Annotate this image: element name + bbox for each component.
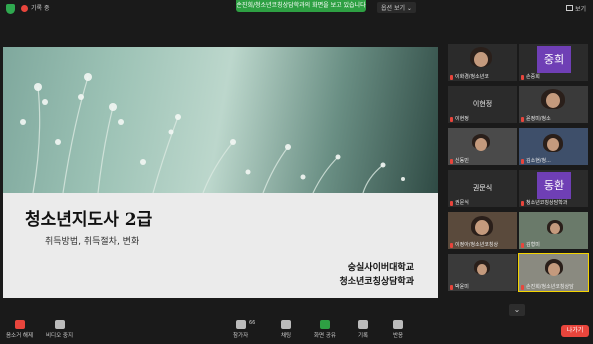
participant-name: 청소년코칭상담학과 [526, 200, 568, 206]
muted-mic-icon [450, 243, 453, 248]
participant-name: 박윤미 [455, 284, 469, 290]
participant-center-name: 권문식 [472, 184, 493, 192]
participant-tile[interactable]: 이화경/청소년코 [448, 44, 517, 81]
slide-university: 숭실사이버대학교 [347, 263, 414, 273]
stop-video-button[interactable]: 비디오 중지 [46, 320, 73, 339]
participants-label: 참가자 [233, 333, 249, 339]
shared-slide: 청소년지도사 2급 취득방법, 취득절차, 변화 숭실사이버대학교 청소년코칭상… [3, 47, 438, 298]
view-options-button[interactable]: 옵션 보기 ⌄ [377, 2, 416, 13]
muted-mic-icon [450, 201, 453, 206]
muted-mic-icon [521, 117, 524, 122]
share-screen-label: 화면 공유 [314, 333, 336, 339]
participant-tile[interactable]: 권문식 권문식 [448, 170, 517, 207]
meeting-toolbar: 음소거 해제 비디오 중지 참가자 66 채팅 화면 공유 기록 반응 나가기 [0, 318, 593, 344]
participant-name: 윤정미/청소 [526, 116, 551, 122]
recording-icon [21, 5, 28, 12]
participant-tile[interactable]: 김형미 [519, 212, 588, 249]
recording-label: 기록 중 [31, 5, 50, 12]
muted-mic-icon [450, 159, 453, 164]
participant-center-name: 이현정 [472, 100, 493, 108]
participant-name: 김형미 [526, 242, 540, 248]
muted-mic-icon [450, 285, 453, 290]
reaction-icon [393, 320, 404, 329]
participant-tile[interactable]: 윤정미/청소 [519, 86, 588, 123]
muted-mic-icon [521, 75, 524, 80]
participant-tile[interactable]: 중희 손중희 [519, 44, 588, 81]
view-button[interactable]: 보기 [575, 4, 586, 13]
muted-mic-icon [521, 159, 524, 164]
flower-field-image [20, 73, 405, 193]
security-shield-icon[interactable] [6, 4, 15, 14]
video-camera-icon [54, 320, 65, 329]
slide-photo [3, 47, 438, 193]
chat-button[interactable]: 채팅 [281, 320, 291, 339]
record-icon [358, 320, 369, 329]
participant-tile[interactable]: 동환 청소년코칭상담학과 [519, 170, 588, 207]
gallery-scroll-down-button[interactable]: ⌄ [509, 304, 525, 316]
participant-name: 권문식 [455, 200, 469, 206]
slide-department: 청소년코칭상담학과 [339, 277, 414, 287]
muted-mic-icon [521, 243, 524, 248]
participant-avatar: 중희 [537, 46, 571, 73]
muted-mic-icon [450, 117, 453, 122]
reactions-button[interactable]: 반응 [393, 320, 403, 339]
participant-name: 이정아/청소년코칭상 [455, 242, 499, 248]
mic-muted-icon [14, 320, 25, 329]
muted-mic-icon [521, 201, 524, 206]
top-bar: 기록 중 손진희/청소년코칭상담학과의 화면을 보고 있습니다 옵션 보기 ⌄ … [0, 0, 593, 18]
participant-tile[interactable]: 김소현/청... [519, 128, 588, 165]
participant-tile[interactable]: 신동민 [448, 128, 517, 165]
participant-name: 이현정 [455, 116, 469, 122]
gallery-view-icon[interactable] [566, 5, 573, 11]
participant-name: 손진희/청소년코칭상담 [526, 284, 574, 290]
participant-avatar: 동환 [537, 172, 571, 199]
participants-count: 66 [249, 320, 256, 326]
muted-mic-icon [450, 75, 453, 80]
participants-icon [235, 320, 246, 329]
participant-tile[interactable]: 이정아/청소년코칭상 [448, 212, 517, 249]
slide-title: 청소년지도사 2급 [25, 210, 153, 230]
share-screen-icon [320, 320, 330, 329]
chat-label: 채팅 [281, 333, 292, 339]
record-label: 기록 [358, 333, 369, 339]
chat-icon [281, 320, 292, 329]
leave-meeting-button[interactable]: 나가기 [561, 325, 589, 337]
participant-tile[interactable]: 박윤미 [448, 254, 517, 291]
stop-video-label: 비디오 중지 [46, 333, 74, 339]
participants-button[interactable]: 참가자 [233, 320, 248, 339]
record-button[interactable]: 기록 [358, 320, 368, 339]
reactions-label: 반응 [393, 333, 404, 339]
participant-name: 신동민 [455, 158, 469, 164]
active-speaker-tile[interactable]: 손진희/청소년코칭상담 [518, 253, 589, 292]
screen-share-banner: 손진희/청소년코칭상담학과의 화면을 보고 있습니다 [236, 0, 366, 12]
participant-name: 손중희 [526, 74, 540, 80]
participant-name: 이화경/청소년코 [455, 74, 489, 80]
muted-mic-icon [521, 285, 524, 290]
unmute-label: 음소거 해제 [6, 333, 34, 339]
share-screen-button[interactable]: 화면 공유 [314, 320, 336, 339]
unmute-button[interactable]: 음소거 해제 [6, 320, 33, 339]
participant-name: 김소현/청... [526, 158, 551, 164]
slide-subtitle: 취득방법, 취득절차, 변화 [45, 237, 140, 247]
participant-tile[interactable]: 이현정 이현정 [448, 86, 517, 123]
